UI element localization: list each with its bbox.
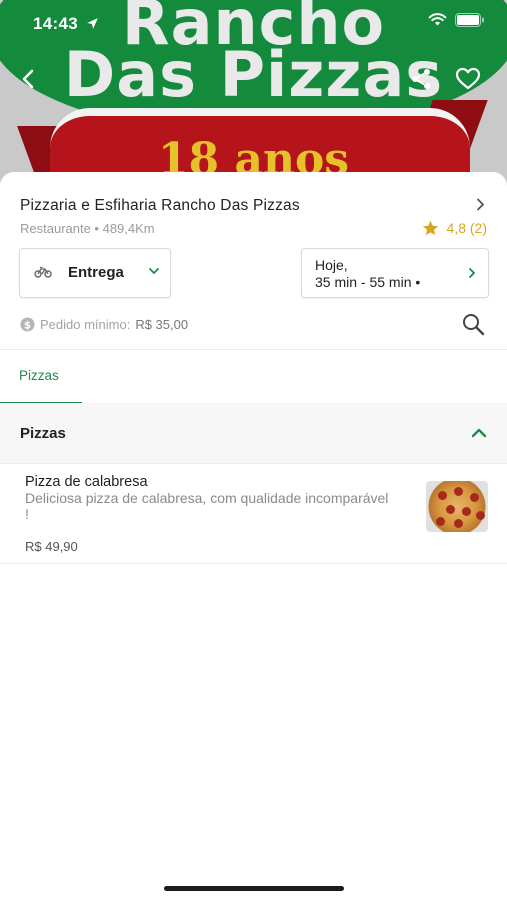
product-name: Pizza de calabresa xyxy=(25,474,148,490)
store-name[interactable]: Pizzaria e Esfiharia Rancho Das Pizzas xyxy=(20,197,300,215)
back-button[interactable] xyxy=(12,62,46,96)
delivery-time-range: 35 min - 55 min • xyxy=(315,274,421,290)
divider xyxy=(0,349,507,350)
bike-icon xyxy=(34,266,52,278)
chevron-right-icon xyxy=(469,268,475,278)
minimum-order: $ Pedido mínimo: R$ 35,00 xyxy=(20,317,188,332)
product-price: R$ 49,90 xyxy=(25,539,78,554)
store-sheet: Pizzaria e Esfiharia Rancho Das Pizzas R… xyxy=(0,172,507,900)
location-arrow-icon xyxy=(87,18,98,29)
search-icon xyxy=(463,314,485,336)
status-indicators xyxy=(428,13,485,27)
svg-text:$: $ xyxy=(24,319,31,331)
store-info-button[interactable] xyxy=(476,198,485,216)
chevron-right-icon xyxy=(477,198,484,211)
product-image xyxy=(426,481,488,532)
status-time: 14:43 xyxy=(33,14,99,34)
section-header-pizzas[interactable]: Pizzas xyxy=(0,403,507,463)
delivery-time-select[interactable]: Hoje, 35 min - 55 min • xyxy=(301,248,489,298)
minimum-order-value: R$ 35,00 xyxy=(135,317,189,332)
section-title: Pizzas xyxy=(20,425,66,442)
star-icon xyxy=(422,220,438,236)
search-button[interactable] xyxy=(461,312,485,341)
share-icon xyxy=(412,69,430,89)
home-indicator[interactable] xyxy=(164,886,344,891)
heart-icon xyxy=(455,67,481,90)
rating-value: 4,8 (2) xyxy=(446,220,487,236)
tab-label: Pizzas xyxy=(19,368,59,383)
product-item[interactable]: Pizza de calabresa Deliciosa pizza de ca… xyxy=(0,464,507,563)
delivery-day: Hoje, xyxy=(315,257,348,273)
back-icon xyxy=(22,69,34,89)
battery-icon xyxy=(455,13,484,27)
tab-pizzas[interactable]: Pizzas xyxy=(0,352,82,404)
minimum-order-label: Pedido mínimo: xyxy=(40,317,131,332)
chevron-up-icon xyxy=(471,428,487,438)
share-button[interactable] xyxy=(404,62,438,96)
chevron-down-icon xyxy=(149,268,159,274)
dollar-icon: $ xyxy=(20,317,35,332)
store-meta: Restaurante • 489,4Km xyxy=(20,221,155,236)
divider xyxy=(0,563,507,564)
product-description: Deliciosa pizza de calabresa, com qualid… xyxy=(25,490,389,522)
wifi-icon xyxy=(428,13,447,26)
delivery-mode-select[interactable]: Entrega xyxy=(19,248,171,298)
store-rating[interactable]: 4,8 (2) xyxy=(422,220,487,236)
favorite-button[interactable] xyxy=(451,62,485,96)
delivery-mode-label: Entrega xyxy=(68,264,124,281)
collapse-section-button[interactable] xyxy=(471,425,487,443)
